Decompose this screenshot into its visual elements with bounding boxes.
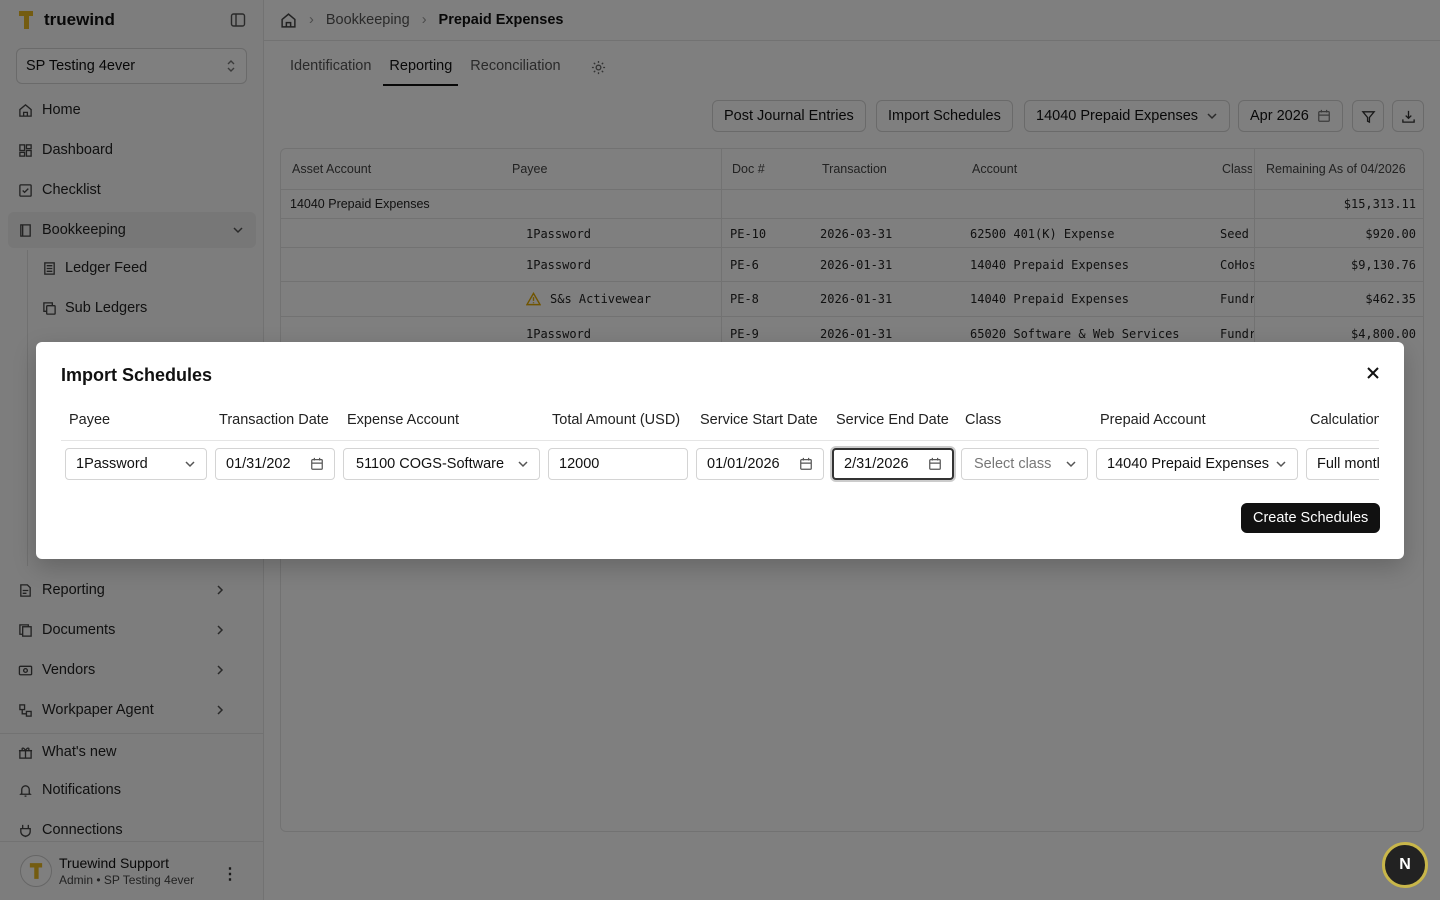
expense-account-select[interactable]: 51100 COGS-Software bbox=[343, 448, 540, 480]
payee-select[interactable]: 1Password bbox=[65, 448, 207, 480]
calendar-icon bbox=[800, 457, 812, 470]
service-start-value: 01/01/2026 bbox=[707, 456, 780, 472]
col-total-amount: Total Amount (USD) bbox=[552, 412, 681, 428]
col-transaction-date: Transaction Date bbox=[219, 412, 329, 428]
service-end-input[interactable]: 2/31/2026 bbox=[832, 448, 954, 480]
next-dev-indicator[interactable]: N bbox=[1382, 842, 1428, 888]
expense-account-value: 51100 COGS-Software bbox=[356, 456, 505, 472]
col-calculation: Calculation bbox=[1310, 412, 1379, 428]
transaction-date-input[interactable]: 01/31/202 bbox=[215, 448, 335, 480]
col-class: Class bbox=[965, 412, 1002, 428]
import-schedules-dialog: Import Schedules Payee Transaction Date … bbox=[36, 342, 1404, 559]
col-expense-account: Expense Account bbox=[347, 412, 460, 428]
service-end-value: 2/31/2026 bbox=[844, 456, 909, 472]
col-service-start: Service Start Date bbox=[700, 412, 818, 428]
class-select[interactable]: Select class bbox=[961, 448, 1088, 480]
chevron-down-icon bbox=[518, 461, 528, 468]
chevron-down-icon bbox=[1276, 461, 1286, 468]
col-service-end: Service End Date bbox=[836, 412, 949, 428]
create-schedules-button[interactable]: Create Schedules bbox=[1241, 503, 1381, 533]
close-icon[interactable] bbox=[1366, 366, 1380, 385]
prepaid-account-value: 14040 Prepaid Expenses bbox=[1107, 456, 1270, 472]
calendar-icon bbox=[929, 457, 941, 470]
dialog-title: Import Schedules bbox=[61, 365, 213, 385]
calendar-icon bbox=[311, 457, 323, 470]
total-amount-value: 12000 bbox=[559, 456, 600, 472]
service-start-input[interactable]: 01/01/2026 bbox=[696, 448, 824, 480]
prepaid-account-select[interactable]: 14040 Prepaid Expenses bbox=[1096, 448, 1298, 480]
class-placeholder: Select class bbox=[974, 456, 1052, 472]
calculation-value: Full montl bbox=[1317, 456, 1379, 472]
calculation-select[interactable]: Full montl bbox=[1306, 448, 1379, 480]
chevron-down-icon bbox=[185, 461, 195, 468]
total-amount-input[interactable]: 12000 bbox=[548, 448, 688, 480]
chevron-down-icon bbox=[1066, 461, 1076, 468]
import-grid: Payee Transaction Date Expense Account T… bbox=[61, 402, 1379, 492]
payee-value: 1Password bbox=[76, 456, 148, 472]
col-prepaid-account: Prepaid Account bbox=[1100, 412, 1206, 428]
col-payee: Payee bbox=[69, 412, 111, 428]
transaction-date-value: 01/31/202 bbox=[226, 456, 291, 472]
